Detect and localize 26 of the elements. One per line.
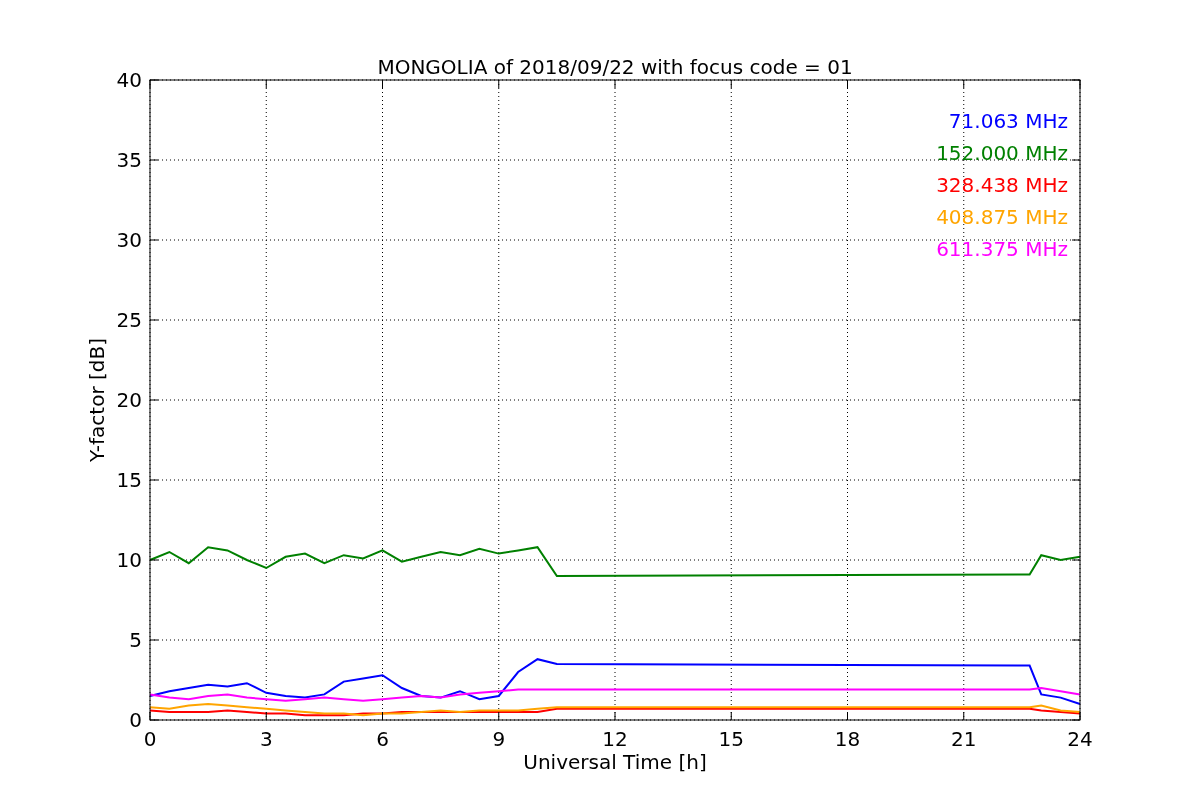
y-tick-label: 35 bbox=[116, 148, 142, 172]
x-tick-label: 3 bbox=[259, 727, 273, 751]
x-tick-label: 21 bbox=[951, 727, 977, 751]
legend-label: 71.063 MHz bbox=[948, 109, 1068, 133]
x-tick-label: 15 bbox=[718, 727, 744, 751]
legend-label: 408.875 MHz bbox=[936, 205, 1068, 229]
y-tick-label: 10 bbox=[116, 548, 142, 572]
y-tick-label: 20 bbox=[116, 388, 142, 412]
chart-title: MONGOLIA of 2018/09/22 with focus code = 01 bbox=[377, 55, 853, 79]
legend-label: 152.000 MHz bbox=[936, 141, 1068, 165]
y-tick-label: 40 bbox=[116, 68, 142, 92]
x-tick-label: 0 bbox=[143, 727, 157, 751]
x-tick-label: 24 bbox=[1067, 727, 1093, 751]
y-tick-label: 30 bbox=[116, 228, 142, 252]
y-tick-label: 15 bbox=[116, 468, 142, 492]
y-tick-label: 5 bbox=[129, 628, 142, 652]
x-tick-label: 12 bbox=[602, 727, 628, 751]
x-tick-label: 6 bbox=[376, 727, 389, 751]
x-tick-label: 9 bbox=[492, 727, 506, 751]
y-axis-label: Y-factor [dB] bbox=[85, 338, 109, 462]
x-tick-label: 18 bbox=[834, 727, 861, 751]
y-tick-label: 25 bbox=[116, 308, 142, 332]
x-axis-label: Universal Time [h] bbox=[523, 750, 707, 774]
legend-label: 611.375 MHz bbox=[936, 237, 1068, 261]
legend-label: 328.438 MHz bbox=[936, 173, 1068, 197]
y-tick-label: 0 bbox=[129, 708, 142, 732]
